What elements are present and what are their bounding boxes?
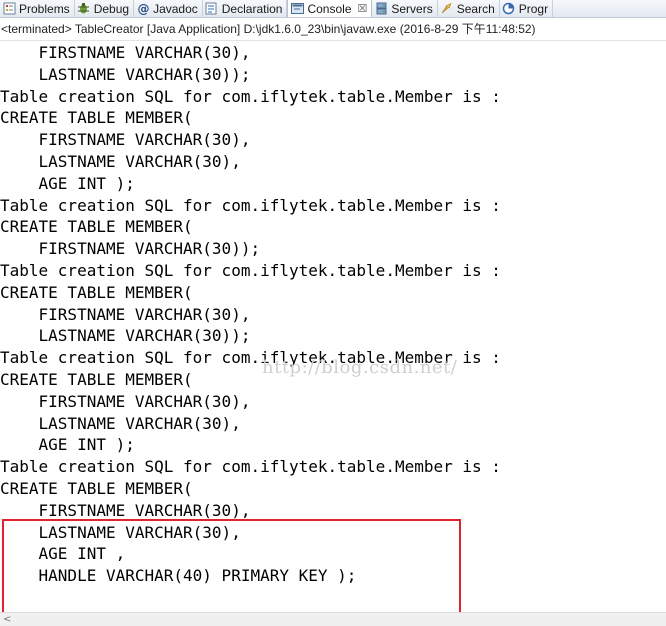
console-output[interactable]: FIRSTNAME VARCHAR(30), LASTNAME VARCHAR(…	[0, 41, 666, 612]
tab-search[interactable]: Search	[438, 0, 500, 17]
progress-icon	[502, 2, 516, 16]
debug-icon	[77, 2, 91, 16]
console-line: Table creation SQL for com.iflytek.table…	[0, 86, 501, 106]
console-line: LASTNAME VARCHAR(30),	[0, 413, 241, 433]
console-line: Table creation SQL for com.iflytek.table…	[0, 457, 501, 477]
search-icon	[440, 2, 454, 16]
console-line: FIRSTNAME VARCHAR(30),	[0, 391, 251, 411]
console-icon	[290, 2, 304, 16]
console-line: CREATE TABLE MEMBER(	[0, 479, 193, 498]
tab-progr[interactable]: Progr	[500, 0, 554, 17]
console-line: LASTNAME VARCHAR(30),	[0, 152, 241, 171]
console-line: Table creation SQL for com.iflytek.table…	[0, 261, 501, 280]
console-line: LASTNAME VARCHAR(30));	[0, 326, 251, 346]
console-line: CREATE TABLE MEMBER(	[0, 217, 193, 237]
console-line: AGE INT );	[0, 435, 135, 455]
console-line: AGE INT );	[0, 173, 135, 193]
console-line: CREATE TABLE MEMBER(	[0, 108, 193, 128]
tab-problems[interactable]: Problems	[0, 0, 75, 17]
svg-text:@: @	[137, 2, 149, 15]
console-line: FIRSTNAME VARCHAR(30),	[0, 304, 251, 324]
problems-icon	[2, 2, 16, 16]
console-line: LASTNAME VARCHAR(30));	[0, 64, 251, 84]
javadoc-icon: @	[136, 2, 150, 16]
tab-debug[interactable]: Debug	[75, 0, 135, 17]
tab-label: Debug	[93, 1, 130, 16]
tab-label: Servers	[391, 1, 433, 16]
servers-icon	[374, 2, 388, 16]
console-status-line: <terminated> TableCreator [Java Applicat…	[0, 18, 666, 41]
scroll-left-icon[interactable]: <	[3, 614, 11, 625]
tab-label: Console	[307, 1, 352, 16]
horizontal-scrollbar[interactable]: <	[0, 612, 666, 626]
console-line: FIRSTNAME VARCHAR(30));	[0, 239, 261, 259]
declaration-icon	[205, 2, 219, 16]
console-line: CREATE TABLE MEMBER(	[0, 282, 193, 302]
tab-servers[interactable]: Servers	[372, 0, 438, 17]
console-line: FIRSTNAME VARCHAR(30),	[0, 130, 251, 150]
tab-label: Declaration	[221, 1, 283, 16]
tab-declaration[interactable]: Declaration	[203, 0, 288, 17]
close-icon[interactable]: ☒	[358, 2, 368, 15]
tab-label: Problems	[19, 1, 70, 16]
view-tab-bar: Problems Debug @ Javadoc Declaration Console ☒…	[0, 0, 666, 18]
tab-label: Javadoc	[153, 1, 198, 16]
tab-javadoc[interactable]: @ Javadoc	[134, 0, 203, 17]
tab-console[interactable]: Console ☒	[287, 0, 373, 17]
console-line: Table creation SQL for com.iflytek.table…	[0, 195, 501, 215]
tab-label: Progr	[518, 1, 549, 16]
tab-label: Search	[456, 1, 495, 16]
console-line: CREATE TABLE MEMBER(	[0, 370, 193, 389]
highlight-box	[2, 519, 461, 612]
console-line: FIRSTNAME VARCHAR(30),	[0, 43, 251, 62]
watermark: http://blog.csdn.net/	[262, 357, 458, 378]
